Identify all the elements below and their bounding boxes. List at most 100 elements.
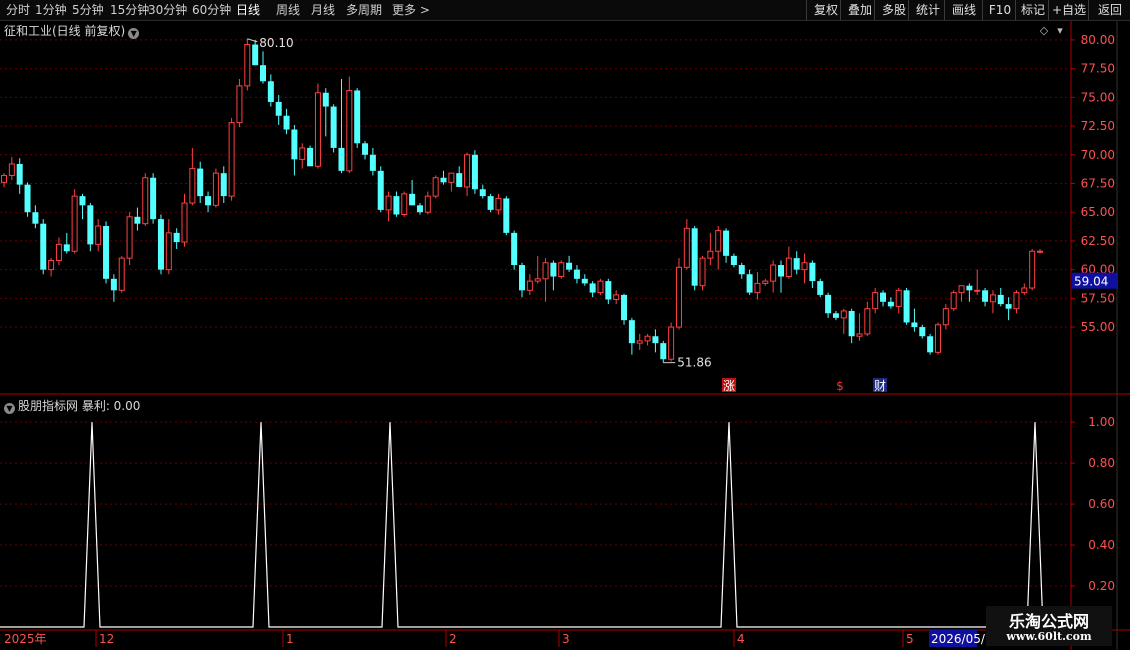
candle-body — [330, 106, 337, 148]
period-tab-1[interactable]: 1分钟 — [35, 2, 67, 18]
candle-body — [118, 257, 125, 291]
candle-body — [1, 174, 7, 183]
watermark-logo: 乐淘公式网 www.60lt.com — [986, 606, 1112, 646]
candle-body — [150, 177, 157, 220]
candle-body — [762, 280, 769, 284]
candle-body — [707, 250, 714, 259]
period-tab-5[interactable]: 60分钟 — [192, 2, 231, 18]
candle-body — [605, 281, 612, 300]
price-tick-label: 67.50 — [1081, 176, 1115, 190]
chart-area: 55.0057.5060.0062.5065.0067.5070.0072.50… — [0, 21, 1130, 650]
candle-body — [864, 308, 871, 335]
candle-body — [283, 115, 290, 130]
period-tab-7[interactable]: 周线 — [276, 2, 300, 18]
candle-body — [432, 177, 439, 197]
candle-body — [464, 154, 471, 188]
candle-body — [173, 232, 180, 243]
candle-body — [550, 262, 557, 277]
period-tab-4[interactable]: 30分钟 — [148, 2, 187, 18]
candle-body — [746, 274, 753, 293]
candle-body — [934, 324, 941, 353]
candle-body — [220, 173, 227, 197]
date-tick-label: 3 — [562, 632, 570, 646]
toolbar-button-4[interactable]: 画线 — [944, 0, 983, 20]
toolbar-button-5[interactable]: F10 — [982, 0, 1017, 20]
watermark-title: 乐淘公式网 — [1008, 612, 1089, 631]
candle-body — [71, 195, 78, 252]
candle-body — [942, 308, 949, 326]
candle-body — [699, 257, 706, 287]
price-tick-label: 75.00 — [1081, 90, 1115, 104]
candle-body — [1029, 250, 1036, 289]
high-label: 80.10 — [259, 36, 293, 50]
candle-body — [997, 294, 1004, 305]
date-tick-label: 12 — [99, 632, 114, 646]
candle-body — [848, 310, 855, 337]
candle-body — [416, 205, 423, 213]
candle-body — [511, 232, 518, 266]
period-tab-9[interactable]: 多周期 — [346, 2, 382, 18]
indicator-tick-label: 0.20 — [1088, 579, 1115, 593]
toolbar-button-3[interactable]: 统计 — [908, 0, 947, 20]
period-tab-3[interactable]: 15分钟 — [110, 2, 149, 18]
candle-body — [157, 219, 164, 270]
candle-body — [958, 285, 965, 294]
toolbar-button-8[interactable]: 返回 — [1088, 0, 1130, 20]
candle-body — [456, 173, 463, 187]
candle-body — [409, 193, 416, 206]
candle-body — [754, 282, 761, 294]
indicator-tick-label: 1.00 — [1088, 415, 1115, 429]
candle-body — [872, 292, 879, 310]
period-tab-0[interactable]: 分时 — [6, 2, 30, 18]
candle-body — [322, 92, 329, 107]
candle-body — [542, 262, 549, 280]
candle-body — [589, 283, 596, 293]
candle-body — [1005, 304, 1012, 309]
candle-body — [770, 264, 777, 282]
price-tick-label: 57.50 — [1081, 291, 1115, 305]
period-tab-2[interactable]: 5分钟 — [72, 2, 104, 18]
candle-body — [683, 227, 690, 268]
candle-body — [87, 205, 94, 245]
diamond-icon: ◇ — [1040, 24, 1049, 37]
candle-body — [793, 258, 800, 270]
candle-body — [723, 230, 730, 256]
price-tick-label: 55.00 — [1081, 320, 1115, 334]
period-tab-8[interactable]: 月线 — [311, 2, 335, 18]
period-tab-10[interactable]: 更多 > — [392, 2, 430, 18]
period-tab-6[interactable]: 日线 — [236, 2, 260, 18]
candle-body — [424, 195, 431, 213]
candle-body — [205, 196, 212, 206]
candle-body — [801, 262, 808, 271]
toolbar-button-6[interactable]: 标记 — [1015, 0, 1050, 20]
candle-body — [832, 313, 839, 318]
candle-body — [212, 172, 219, 206]
candle-body — [738, 265, 745, 275]
indicator-tick-label: 0.80 — [1088, 456, 1115, 470]
candle-body — [8, 163, 15, 176]
candle-body — [558, 262, 565, 278]
candle-body — [385, 195, 392, 211]
candle-body — [55, 243, 62, 261]
candle-body — [856, 333, 863, 337]
candle-body — [252, 44, 259, 66]
candle-body — [244, 44, 251, 87]
candle-body — [534, 278, 541, 282]
candle-body — [503, 198, 510, 233]
price-tick-label: 77.50 — [1081, 62, 1115, 76]
candle-body — [840, 310, 847, 319]
candle-body — [260, 65, 266, 82]
candle-body — [401, 193, 408, 216]
candle-body — [628, 320, 635, 344]
candle-body — [675, 266, 682, 328]
candle-body — [291, 129, 298, 160]
candle-body — [142, 177, 149, 225]
candle-body — [16, 163, 23, 185]
candle-body — [715, 230, 722, 252]
chevron-down-icon: ▾ — [1057, 24, 1063, 37]
candle-body — [966, 285, 973, 291]
toolbar-button-7[interactable]: +自选 — [1048, 0, 1089, 20]
candle-body — [48, 259, 55, 271]
candle-body — [377, 170, 384, 210]
candle-body — [369, 154, 376, 171]
